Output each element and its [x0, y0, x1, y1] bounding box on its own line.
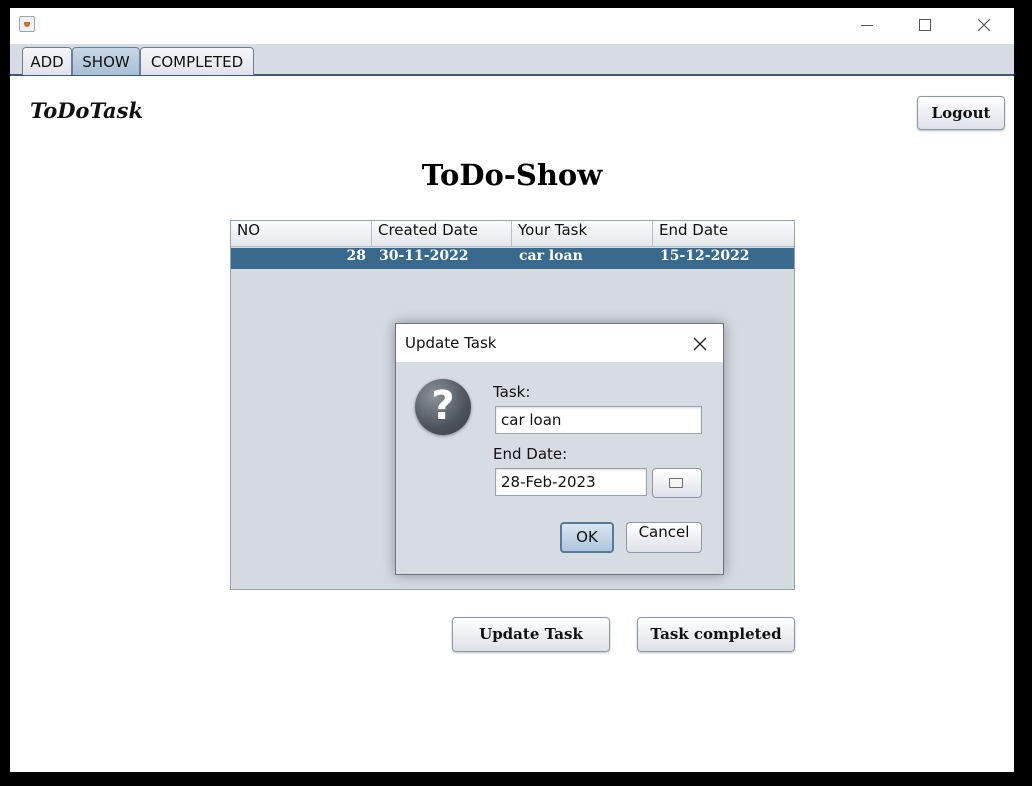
title-bar [10, 8, 1014, 44]
column-header-created-date[interactable]: Created Date [372, 221, 512, 247]
close-icon [693, 337, 707, 351]
logout-button[interactable]: Logout [917, 96, 1005, 130]
task-input[interactable]: car loan [495, 406, 702, 434]
tab-show[interactable]: SHOW [72, 47, 140, 75]
tab-bar: ADD SHOW COMPLETED [10, 44, 1014, 76]
task-label: Task: [493, 383, 531, 401]
dialog-title-bar: Update Task [396, 324, 723, 362]
ok-button[interactable]: OK [560, 522, 614, 553]
close-window-button[interactable] [960, 8, 1006, 42]
cell-task: car loan [519, 248, 583, 264]
cell-created-date: 30-11-2022 [379, 248, 469, 264]
end-date-input[interactable]: 28-Feb-2023 [495, 468, 647, 496]
dialog-close-button[interactable] [686, 330, 712, 356]
app-window: ADD SHOW COMPLETED ToDoTask Logout ToDo-… [10, 8, 1014, 772]
task-completed-button[interactable]: Task completed [637, 617, 795, 652]
app-title: ToDoTask [30, 98, 144, 123]
java-app-icon [19, 16, 35, 32]
tab-add[interactable]: ADD [22, 47, 72, 75]
column-header-end-date[interactable]: End Date [653, 221, 794, 247]
table-header: NO Created Date Your Task End Date [231, 221, 794, 247]
update-task-button[interactable]: Update Task [452, 617, 610, 652]
maximize-button[interactable] [902, 8, 948, 42]
column-header-your-task[interactable]: Your Task [512, 221, 653, 247]
dialog-title: Update Task [405, 334, 497, 352]
page-title: ToDo-Show [421, 158, 603, 192]
minimize-button[interactable] [844, 8, 890, 42]
table-row[interactable]: 28 30-11-2022 car loan 15-12-2022 [231, 248, 794, 269]
tab-completed[interactable]: COMPLETED [140, 47, 254, 75]
update-task-dialog: Update Task ? Task: car loan End Date: 2… [395, 323, 724, 575]
question-icon: ? [415, 379, 471, 435]
calendar-picker-button[interactable] [652, 468, 702, 498]
cell-no: 28 [346, 248, 366, 264]
cancel-button[interactable]: Cancel [626, 522, 702, 553]
cell-end-date: 15-12-2022 [660, 248, 750, 264]
column-header-no[interactable]: NO [231, 221, 372, 247]
close-icon [977, 18, 991, 32]
end-date-label: End Date: [493, 445, 568, 463]
